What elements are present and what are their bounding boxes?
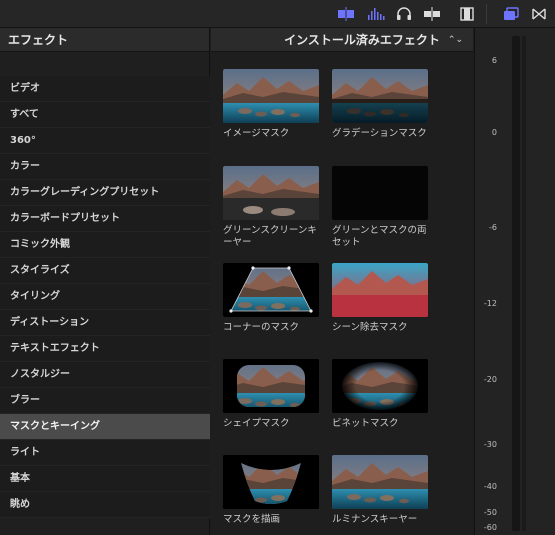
installed-effects-dropdown[interactable]: インストール済みエフェクト ⌃⌄ (211, 28, 473, 52)
sidebar-item-color-grading-presets[interactable]: カラーグレーディングプリセット (0, 180, 210, 206)
sidebar-item-all[interactable]: すべて (0, 102, 210, 128)
meter-tick: -30 (483, 440, 497, 449)
effect-thumbnail (223, 69, 319, 123)
effect-corner-mask[interactable]: コーナーのマスク (223, 263, 321, 334)
effect-label: グリーンスクリーンキーヤー (223, 225, 317, 248)
effect-green-and-mask[interactable]: グリーンとマスクの両セット (332, 166, 430, 249)
meter-tick: -20 (483, 375, 497, 384)
sidebar-item-text-effects[interactable]: テキストエフェクト (0, 336, 210, 362)
meter-tick: -40 (483, 482, 497, 491)
meter-tick: -6 (489, 223, 497, 232)
effect-label: ルミナンスキーヤー (332, 514, 418, 525)
headphones-icon[interactable] (395, 6, 413, 22)
sidebar-title: エフェクト (0, 28, 209, 52)
effect-label: マスクを描画 (223, 514, 281, 525)
effect-label: イメージマスク (223, 128, 290, 139)
effect-thumbnail (223, 359, 319, 413)
meter-tick: 6 (491, 56, 497, 65)
meter-track-right (522, 36, 526, 531)
sidebar-item-comic-looks[interactable]: コミック外観 (0, 232, 210, 258)
effect-thumbnail (223, 166, 319, 220)
effect-label: グラデーションマスク (332, 128, 427, 139)
toolbar-divider (486, 4, 487, 24)
sidebar-item-tiling[interactable]: タイリング (0, 284, 210, 310)
effect-image-mask[interactable]: イメージマスク (223, 69, 321, 140)
sidebar-item-looks[interactable]: 眺め (0, 492, 210, 518)
effect-thumbnail (223, 455, 319, 509)
meter-tick: 0 (491, 128, 497, 137)
sidebar-item-color-board-presets[interactable]: カラーボードプリセット (0, 206, 210, 232)
effect-label: シェイプマスク (223, 418, 290, 429)
top-toolbar (0, 0, 555, 28)
category-list: ビデオ すべて 360° カラー カラーグレーディングプリセット カラーボードプ… (0, 76, 210, 518)
meter-tick: -50 (483, 508, 497, 517)
effect-scene-removal-mask[interactable]: シーン除去マスク (332, 263, 430, 334)
effect-thumbnail (332, 166, 428, 220)
effects-sidebar: エフェクト ビデオ すべて 360° カラー カラーグレーディングプリセット カ… (0, 28, 210, 535)
effects-browser-icon[interactable] (502, 6, 520, 22)
effect-draw-mask[interactable]: マスクを描画 (223, 455, 321, 526)
effect-label: コーナーのマスク (223, 322, 300, 333)
sidebar-item-360[interactable]: 360° (0, 128, 210, 154)
audio-meter-icon[interactable] (367, 6, 385, 22)
effect-label: ビネットマスク (332, 418, 399, 429)
chevron-up-down-icon: ⌃⌄ (447, 34, 463, 45)
effect-gradient-mask[interactable]: グラデーションマスク (332, 69, 430, 140)
effect-label: シーン除去マスク (332, 322, 408, 333)
effect-luminance-keyer[interactable]: ルミナンスキーヤー (332, 455, 430, 526)
effect-label: グリーンとマスクの両セット (332, 225, 427, 248)
sidebar-item-stylize[interactable]: スタイライズ (0, 258, 210, 284)
effect-thumbnail (332, 263, 428, 317)
effect-thumbnail (332, 359, 428, 413)
video-inspector-icon[interactable] (337, 6, 355, 22)
effect-shape-mask[interactable]: シェイプマスク (223, 359, 321, 430)
sidebar-item-color[interactable]: カラー (0, 154, 210, 180)
effect-thumbnail (332, 69, 428, 123)
sidebar-item-video[interactable]: ビデオ (0, 76, 210, 102)
meter-tick: -60 (483, 523, 497, 532)
audio-meter: 6 0 -6 -12 -20 -30 -40 -50 -60 (474, 28, 555, 535)
effect-thumbnail (332, 455, 428, 509)
sidebar-item-masks-keying[interactable]: マスクとキーイング (0, 414, 210, 440)
effect-thumbnail (223, 263, 319, 317)
sidebar-item-distortion[interactable]: ディストーション (0, 310, 210, 336)
effect-green-screen-keyer[interactable]: グリーンスクリーンキーヤー (223, 166, 321, 249)
sidebar-item-nostalgia[interactable]: ノスタルジー (0, 362, 210, 388)
dropdown-label: インストール済みエフェクト (284, 33, 440, 47)
effects-browser: インストール済みエフェクト ⌃⌄ イメージマスク グラデーションマスク グリーン… (211, 28, 473, 535)
transitions-icon[interactable] (530, 6, 548, 22)
sidebar-item-basics[interactable]: 基本 (0, 466, 210, 492)
skimming-icon[interactable] (423, 6, 441, 22)
sidebar-item-blur[interactable]: ブラー (0, 388, 210, 414)
film-clip-icon[interactable] (458, 6, 476, 22)
sidebar-item-light[interactable]: ライト (0, 440, 210, 466)
effect-vignette-mask[interactable]: ビネットマスク (332, 359, 430, 430)
meter-track-left (512, 36, 520, 531)
meter-tick: -12 (483, 299, 497, 308)
